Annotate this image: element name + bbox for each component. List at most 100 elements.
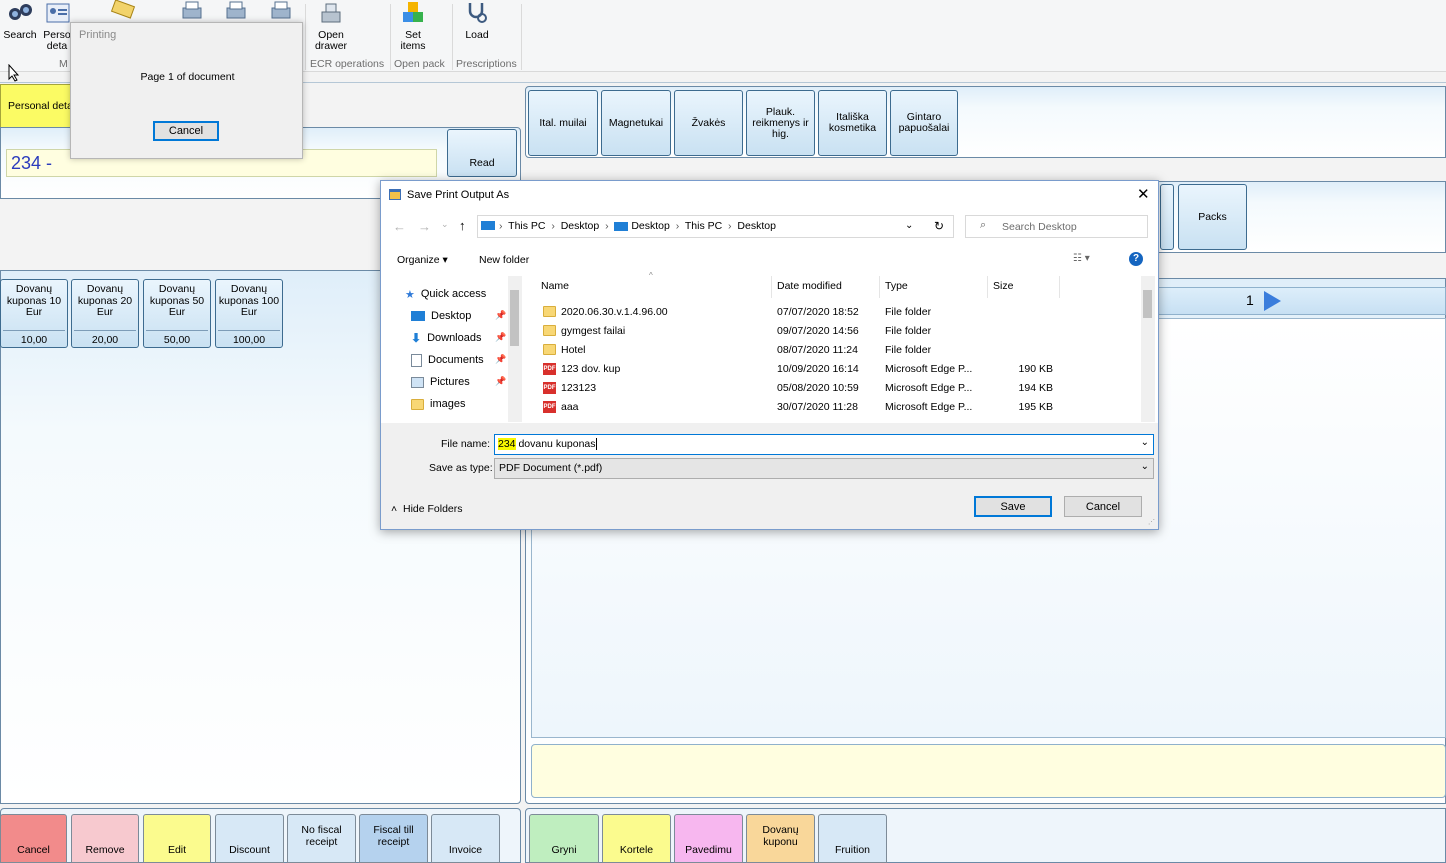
open-drawer-button[interactable]: Open drawer — [310, 0, 352, 52]
pin-icon: 📌 — [495, 310, 507, 320]
save-type-select[interactable]: PDF Document (*.pdf) ⌄ — [494, 458, 1154, 479]
load-button[interactable]: Load — [462, 0, 492, 41]
voucher-tile[interactable]: Dovanų kuponas 10 Eur 10,00 — [0, 279, 68, 348]
column-size[interactable]: Size — [993, 280, 1013, 292]
file-scrollbar[interactable] — [1141, 276, 1155, 422]
action-label: Discount — [229, 844, 270, 856]
message-box — [531, 744, 1446, 798]
voucher-tile[interactable]: Dovanų kuponas 20 Eur 20,00 — [71, 279, 139, 348]
resize-grip-icon[interactable]: ⋰ — [1148, 518, 1155, 526]
cancel-button[interactable]: Cancel — [0, 814, 67, 863]
back-arrow-icon[interactable]: ← — [393, 219, 406, 234]
transfer-payment-button[interactable]: Pavedimu — [674, 814, 743, 863]
category-label: kosmetika — [828, 122, 877, 134]
file-row[interactable]: gymgest failai 09/07/2020 14:56 File folde… — [541, 322, 1141, 341]
personal-details-button[interactable]: Perso deta — [42, 0, 72, 55]
view-options-icon[interactable]: ☷ ▾ — [1073, 253, 1090, 264]
payment-label: Fruition — [834, 844, 870, 856]
hide-folders-button[interactable]: ˄ Hide Folders — [391, 503, 463, 515]
new-folder-button[interactable]: New folder — [479, 254, 529, 266]
file-name: Hotel — [561, 344, 586, 356]
column-date[interactable]: Date modified — [777, 280, 842, 292]
up-arrow-icon[interactable]: ↑ — [459, 218, 466, 233]
cash-register-icon — [321, 3, 341, 23]
search-button[interactable]: Search — [3, 0, 37, 41]
save-type-label: Save as type: — [429, 462, 493, 474]
chevron-down-icon[interactable]: ⌄ — [441, 219, 449, 230]
organize-button[interactable]: Organize ▾ — [397, 254, 448, 266]
chevron-down-icon[interactable]: ⌄ — [1141, 461, 1149, 472]
fiscal-till-receipt-button[interactable]: Fiscal till receipt — [359, 814, 428, 863]
group-separator — [390, 4, 391, 70]
category-tile[interactable]: Itališka kosmetika — [818, 90, 887, 156]
file-row[interactable]: Hotel 08/07/2020 11:24 File folder — [541, 341, 1141, 360]
forward-arrow-icon[interactable]: → — [418, 219, 431, 234]
file-name-input[interactable]: 234 dovanu kuponas ⌄ — [494, 434, 1154, 455]
no-fiscal-receipt-button[interactable]: No fiscal receipt — [287, 814, 356, 863]
help-icon[interactable]: ? — [1129, 252, 1143, 266]
breadcrumb-item[interactable]: Desktop — [737, 220, 776, 232]
file-row[interactable]: PDF 123 dov. kup 10/09/2020 16:14 Microsoft… — [541, 360, 1141, 379]
breadcrumb-item[interactable]: Desktop — [631, 220, 670, 232]
file-row[interactable]: PDF aaa 30/07/2020 11:28 Microsoft Edge P..… — [541, 398, 1141, 417]
pdf-file-icon: PDF — [543, 382, 556, 394]
file-name: gymgest failai — [561, 325, 626, 337]
read-button[interactable]: Read — [447, 129, 517, 177]
invoice-button[interactable]: Invoice — [431, 814, 500, 863]
card-payment-button[interactable]: Kortele — [602, 814, 671, 863]
nav-scrollbar[interactable] — [508, 276, 522, 422]
file-type: File folder — [885, 306, 932, 318]
chevron-down-icon[interactable]: ⌄ — [1141, 437, 1149, 448]
voucher-payment-button[interactable]: Dovanų kuponu — [746, 814, 815, 863]
scrollbar-thumb[interactable] — [510, 290, 519, 346]
pictures-icon — [411, 376, 424, 388]
set-items-button[interactable]: Set items — [398, 0, 428, 52]
next-page-icon[interactable] — [1262, 290, 1282, 312]
cancel-printing-button[interactable]: Cancel — [153, 121, 219, 141]
voucher-tile[interactable]: Dovanų kuponas 100 Eur 100,00 — [215, 279, 283, 348]
fruition-button[interactable]: Fruition — [818, 814, 887, 863]
nav-item-documents[interactable]: Documents — [411, 350, 484, 370]
category-tile[interactable]: Žvakės — [674, 90, 743, 156]
category-tile[interactable]: Plauk. reikmenys ir hig. — [746, 90, 815, 156]
file-row[interactable]: 2020.06.30.v.1.4.96.00 07/07/2020 18:52 Fi… — [541, 303, 1141, 322]
close-icon[interactable]: ✕ — [1137, 185, 1150, 203]
breadcrumb-item[interactable]: This PC — [508, 220, 545, 232]
nav-label: Pictures — [430, 376, 470, 388]
divider — [3, 330, 65, 331]
nav-item-quick-access[interactable]: ★ Quick access — [405, 284, 486, 304]
cancel-button[interactable]: Cancel — [1064, 496, 1142, 517]
search-input[interactable]: ⌕ Search Desktop — [965, 215, 1148, 238]
nav-item-downloads[interactable]: ⬇ Downloads — [411, 328, 481, 348]
discount-button[interactable]: Discount — [215, 814, 284, 863]
edit-button[interactable]: Edit — [143, 814, 211, 863]
cash-payment-button[interactable]: Gryni — [529, 814, 599, 863]
pin-icon: 📌 — [495, 376, 507, 386]
nav-item-images[interactable]: images — [411, 394, 465, 414]
nav-item-desktop[interactable]: Desktop — [411, 306, 471, 326]
tab-personal-details[interactable]: Personal deta — [0, 84, 72, 128]
read-label: Read — [469, 157, 495, 169]
column-name[interactable]: Name — [541, 280, 569, 292]
divider — [771, 276, 772, 298]
save-button[interactable]: Save — [974, 496, 1052, 517]
category-tile[interactable]: Magnetukai — [601, 90, 671, 156]
refresh-icon[interactable]: ↻ — [934, 219, 944, 233]
column-type[interactable]: Type — [885, 280, 908, 292]
nav-item-pictures[interactable]: Pictures — [411, 372, 470, 392]
voucher-line: Dovanų — [230, 283, 268, 295]
file-size: 194 KB — [1018, 382, 1053, 394]
voucher-tile[interactable]: Dovanų kuponas 50 Eur 50,00 — [143, 279, 211, 348]
file-row[interactable]: PDF 123123 05/08/2020 10:59 Microsoft Edge … — [541, 379, 1141, 398]
category-tile[interactable]: Ital. muilai — [528, 90, 598, 156]
packs-button[interactable]: Packs — [1178, 184, 1247, 250]
chevron-down-icon[interactable]: ⌄ — [905, 220, 913, 231]
breadcrumb-item[interactable]: Desktop — [561, 220, 600, 232]
breadcrumb-item[interactable]: This PC — [685, 220, 722, 232]
remove-button[interactable]: Remove — [71, 814, 139, 863]
category-tile[interactable]: Gintaro papuošalai — [890, 90, 958, 156]
payment-label: Pavedimu — [685, 844, 732, 856]
category-label: reikmenys ir — [752, 116, 809, 129]
scrollbar-thumb[interactable] — [1143, 290, 1152, 318]
hidden-tile[interactable] — [1160, 184, 1174, 250]
